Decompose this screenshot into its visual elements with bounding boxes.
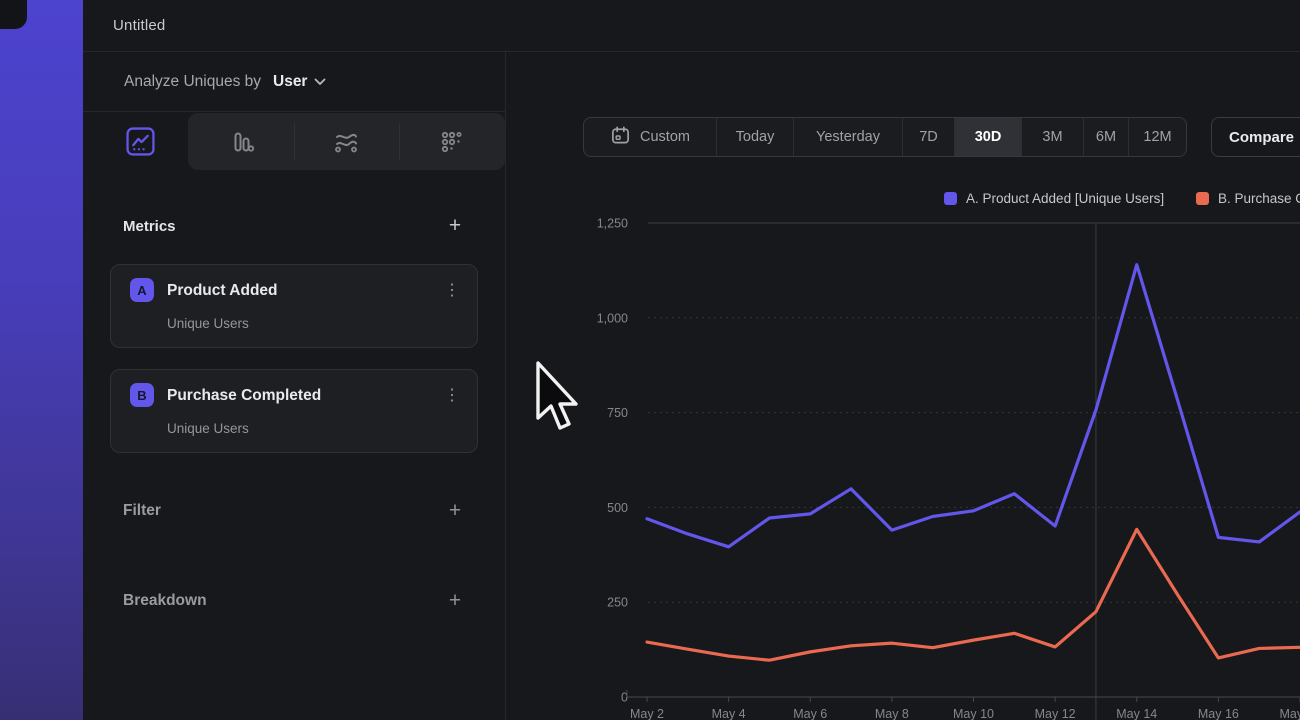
range-6m[interactable]: 6M [1083,118,1128,156]
tab-line-chart[interactable] [88,113,193,170]
metrics-header: Metrics + [123,215,466,237]
date-range-group: Custom Today Yesterday 7D 30D 3M 6M 12M [583,117,1187,157]
metric-measure[interactable]: Unique Users [167,316,249,331]
tab-retention-grid[interactable] [398,113,503,170]
compare-button[interactable]: Compare [1211,117,1300,157]
screen: Untitled Analyze Uniques by User [0,0,1300,720]
range-label: Custom [640,129,690,145]
analyze-entity-value: User [273,73,307,91]
backdrop-gradient [0,0,83,720]
range-today[interactable]: Today [716,118,793,156]
range-custom[interactable]: Custom [584,118,716,156]
titlebar: Untitled [83,0,1300,52]
svg-text:500: 500 [607,501,628,515]
range-12m[interactable]: 12M [1128,118,1186,156]
svg-text:May 2: May 2 [630,707,664,720]
tab-flows[interactable] [293,113,398,170]
filter-label: Filter [123,502,161,520]
analyze-row: Analyze Uniques by User [83,52,505,112]
line-chart[interactable]: 1,2501,0007505002500May 2May 4May 6May 8… [506,200,1300,720]
report-title[interactable]: Untitled [113,17,165,34]
tab-bar-chart[interactable] [188,113,293,170]
metric-badge-b: B [130,383,154,407]
metrics-title: Metrics [123,218,176,235]
add-metric-button[interactable]: + [444,215,466,237]
svg-text:May 4: May 4 [712,707,746,720]
metric-name: Purchase Completed [167,384,321,408]
svg-text:750: 750 [607,406,628,420]
range-yesterday[interactable]: Yesterday [793,118,902,156]
analyze-label: Analyze Uniques by [124,73,261,91]
flows-icon [331,128,361,156]
kebab-menu-icon[interactable]: ⋮ [441,383,463,407]
sidebar: Analyze Uniques by User [83,52,506,720]
backdrop-corner [0,0,27,29]
analyze-entity-dropdown[interactable]: User [273,73,326,91]
svg-text:May 10: May 10 [953,707,994,720]
metric-name: Product Added [167,279,278,303]
range-7d[interactable]: 7D [902,118,954,156]
calendar-icon [610,125,631,150]
metric-card-purchase-completed[interactable]: B Purchase Completed ⋮ Unique Users [110,369,478,453]
svg-text:May 14: May 14 [1116,707,1157,720]
filter-section: Filter + [123,500,466,522]
svg-text:May 6: May 6 [793,707,827,720]
metric-card-product-added[interactable]: A Product Added ⋮ Unique Users [110,264,478,348]
bar-chart-icon [227,128,255,156]
svg-text:1,000: 1,000 [597,311,628,325]
breakdown-label: Breakdown [123,592,207,610]
range-30d[interactable]: 30D [954,118,1021,156]
kebab-menu-icon[interactable]: ⋮ [441,278,463,302]
add-filter-button[interactable]: + [444,500,466,522]
svg-text:1,250: 1,250 [597,217,628,231]
svg-text:May 18: May 18 [1280,707,1300,720]
line-chart-icon [126,127,155,156]
chevron-down-icon [314,73,326,91]
metric-badge-a: A [130,278,154,302]
breakdown-section: Breakdown + [123,590,466,612]
add-breakdown-button[interactable]: + [444,590,466,612]
svg-text:May 12: May 12 [1035,707,1076,720]
svg-text:May 16: May 16 [1198,707,1239,720]
range-3m[interactable]: 3M [1021,118,1083,156]
retention-grid-icon [437,128,465,156]
svg-text:May 8: May 8 [875,707,909,720]
metric-measure[interactable]: Unique Users [167,421,249,436]
svg-text:250: 250 [607,596,628,610]
